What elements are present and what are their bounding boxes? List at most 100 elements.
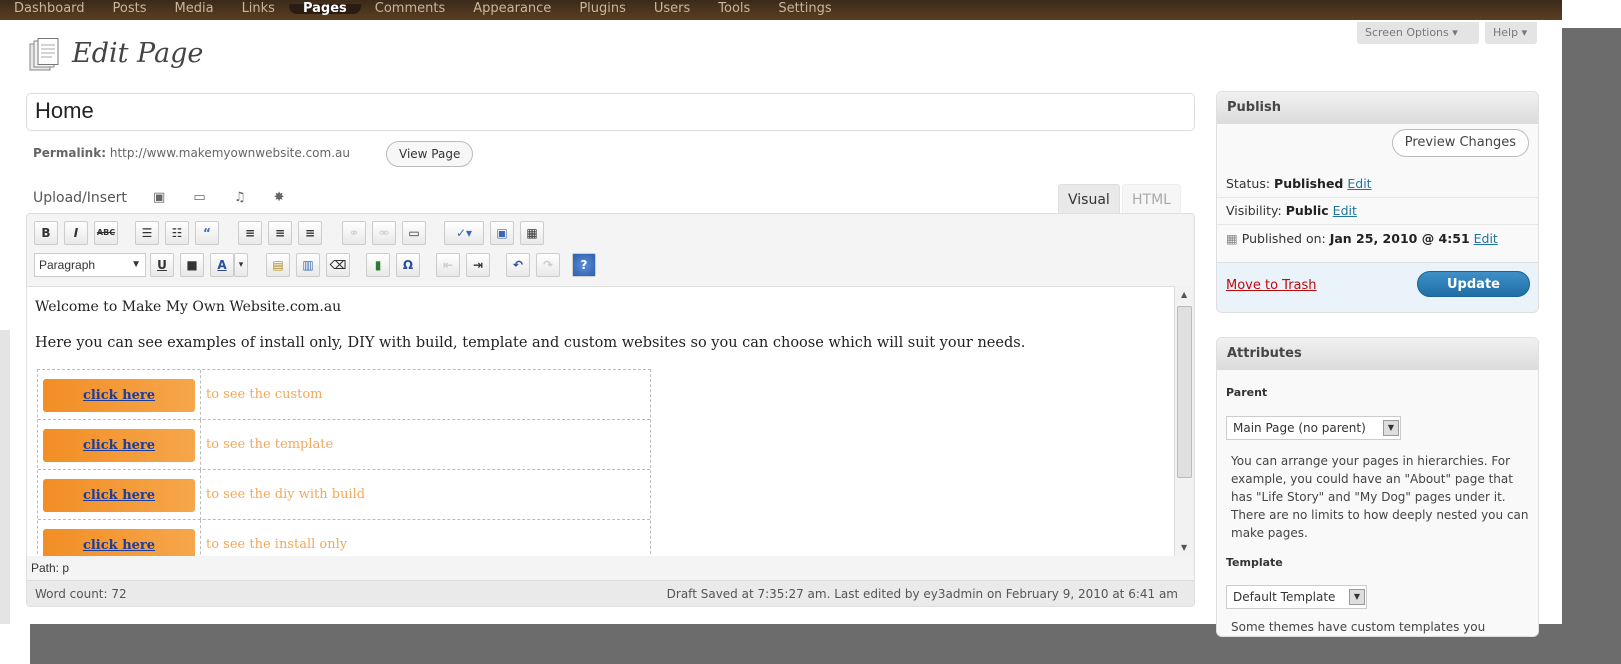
align-left-button[interactable]: ≡ xyxy=(238,221,262,245)
undo-button[interactable]: ↶ xyxy=(506,253,530,277)
permalink-url[interactable]: http://www.makemyownwebsite.com.au xyxy=(110,146,350,160)
admin-menu-item-plugins[interactable]: Plugins xyxy=(565,2,640,15)
welcome-text: Welcome to Make My Own Website.com.au xyxy=(35,299,342,315)
scroll-down-arrow-icon[interactable]: ▼ xyxy=(1181,543,1187,552)
insert-more-button[interactable]: ▭ xyxy=(402,221,426,245)
strikethrough-button[interactable]: ABC xyxy=(94,221,118,245)
admin-menu-item-users[interactable]: Users xyxy=(640,2,704,15)
unlink-button[interactable]: ⚮ xyxy=(372,221,396,245)
editor-content-area[interactable]: Welcome to Make My Own Website.com.au He… xyxy=(27,286,1174,556)
divider xyxy=(1217,197,1538,198)
underline-button[interactable]: U xyxy=(150,253,174,277)
blockquote-button[interactable]: “ xyxy=(195,221,219,245)
row-description: to see the diy with build xyxy=(206,487,366,502)
cell-divider xyxy=(200,370,201,420)
remove-format-button[interactable]: ⌫ xyxy=(326,253,350,277)
screen-options-button[interactable]: Screen Options ▾ xyxy=(1357,22,1479,44)
table-row: click here to see the install only xyxy=(38,520,650,556)
visibility-value: Public xyxy=(1285,203,1329,218)
admin-menu-item-links[interactable]: Links xyxy=(228,2,289,15)
admin-menu-item-dashboard[interactable]: Dashboard xyxy=(0,2,99,15)
editor-scrollbar[interactable]: ▲ ▼ xyxy=(1174,286,1194,556)
click-here-button[interactable]: click here xyxy=(43,529,195,556)
bold-button[interactable]: B xyxy=(34,221,58,245)
align-right-button[interactable]: ≡ xyxy=(298,221,322,245)
word-count: Word count: 72 xyxy=(35,587,127,601)
numbered-list-button[interactable]: ☷ xyxy=(165,221,189,245)
view-page-button[interactable]: View Page xyxy=(386,141,474,167)
permalink-label: Permalink: xyxy=(33,146,107,160)
cell-divider xyxy=(200,470,201,520)
template-select[interactable]: Default Template ▼ xyxy=(1226,585,1367,609)
visibility-edit-link[interactable]: Edit xyxy=(1333,203,1357,218)
table-row: click here to see the template xyxy=(38,420,650,470)
move-to-trash-link[interactable]: Move to Trash xyxy=(1226,278,1317,293)
attributes-heading[interactable]: Attributes xyxy=(1217,338,1538,370)
special-character-button[interactable]: Ω xyxy=(396,253,420,277)
template-select-value: Default Template xyxy=(1233,590,1336,604)
help-circle-button[interactable]: ? xyxy=(572,253,596,277)
permalink: Permalink: http://www.makemyownwebsite.c… xyxy=(33,146,350,160)
publish-actions: Move to Trash Update xyxy=(1217,262,1538,312)
row-description: to see the install only xyxy=(206,537,348,552)
status-edit-link[interactable]: Edit xyxy=(1347,176,1371,191)
format-select-value: Paragraph xyxy=(39,258,96,272)
published-on-value: Jan 25, 2010 @ 4:51 xyxy=(1329,231,1470,246)
kitchen-sink-button[interactable]: ▦ xyxy=(520,221,544,245)
bullet-list-button[interactable]: ☰ xyxy=(135,221,159,245)
admin-menu-item-pages[interactable]: Pages xyxy=(288,2,361,15)
admin-menu-item-appearance[interactable]: Appearance xyxy=(459,2,565,15)
align-center-button[interactable]: ≡ xyxy=(268,221,292,245)
spellcheck-button[interactable]: ✓▾ xyxy=(444,221,484,245)
admin-menu-item-media[interactable]: Media xyxy=(161,2,228,15)
content-editor: B I ABC ☰ ☷ “ ≡ ≡ ≡ ⚭ ⚮ ▭ ✓▾ ▣ ▦ Paragra… xyxy=(26,213,1195,607)
text-color-button[interactable]: A xyxy=(210,253,234,277)
cell-divider xyxy=(200,520,201,556)
fullscreen-button[interactable]: ▣ xyxy=(490,221,514,245)
insert-media-button[interactable]: ▮ xyxy=(366,253,390,277)
click-here-button[interactable]: click here xyxy=(43,479,195,512)
scroll-up-arrow-icon[interactable]: ▲ xyxy=(1181,290,1187,299)
divider xyxy=(1217,224,1538,225)
status-value: Published xyxy=(1274,176,1344,191)
upload-media-icons[interactable]: ▣ ▭ ♫ ✸ xyxy=(153,190,297,205)
insert-link-button[interactable]: ⚭ xyxy=(342,221,366,245)
visibility-label: Visibility: xyxy=(1226,203,1282,218)
parent-help-text: You can arrange your pages in hierarchie… xyxy=(1231,454,1529,540)
scrollbar-thumb[interactable] xyxy=(1177,306,1192,478)
indent-button[interactable]: ⇥ xyxy=(466,253,490,277)
table-row: click here to see the diy with build xyxy=(38,470,650,520)
editor-path: Path: p xyxy=(31,561,70,575)
page-title: Edit Page xyxy=(72,38,204,69)
text-color-dropdown[interactable]: ▾ xyxy=(234,253,248,277)
parent-select[interactable]: Main Page (no parent) ▼ xyxy=(1226,416,1401,440)
visibility-line: Visibility: Public Edit xyxy=(1226,203,1357,218)
row-description: to see the custom xyxy=(206,387,323,402)
redo-button[interactable]: ↷ xyxy=(536,253,560,277)
tab-html[interactable]: HTML xyxy=(1122,184,1181,214)
parent-select-value: Main Page (no parent) xyxy=(1233,421,1366,435)
admin-menu-item-posts[interactable]: Posts xyxy=(99,2,161,15)
admin-menu-item-tools[interactable]: Tools xyxy=(704,2,764,15)
status-label: Status: xyxy=(1226,176,1271,191)
admin-menu-item-settings[interactable]: Settings xyxy=(764,2,845,15)
template-help-text: Some themes have custom templates you xyxy=(1231,620,1486,634)
update-button[interactable]: Update xyxy=(1417,271,1530,297)
screenshot-frame-right xyxy=(1562,28,1621,664)
publish-heading[interactable]: Publish xyxy=(1217,92,1538,124)
tab-visual[interactable]: Visual xyxy=(1058,184,1120,214)
admin-menu-item-comments[interactable]: Comments xyxy=(361,2,459,15)
paste-word-button[interactable]: ▥ xyxy=(296,253,320,277)
click-here-button[interactable]: click here xyxy=(43,379,195,412)
title-input[interactable]: Home xyxy=(26,93,1195,131)
format-select[interactable]: Paragraph ▼ xyxy=(34,253,146,277)
published-on-edit-link[interactable]: Edit xyxy=(1474,231,1498,246)
justify-button[interactable]: ■ xyxy=(180,253,204,277)
help-button[interactable]: Help ▾ xyxy=(1485,22,1537,44)
click-here-button[interactable]: click here xyxy=(43,429,195,462)
paste-text-button[interactable]: ▤ xyxy=(266,253,290,277)
outdent-button[interactable]: ⇤ xyxy=(436,253,460,277)
italic-button[interactable]: I xyxy=(64,221,88,245)
publish-box: Publish Preview Changes Status: Publishe… xyxy=(1216,91,1539,313)
preview-changes-button[interactable]: Preview Changes xyxy=(1391,129,1529,157)
